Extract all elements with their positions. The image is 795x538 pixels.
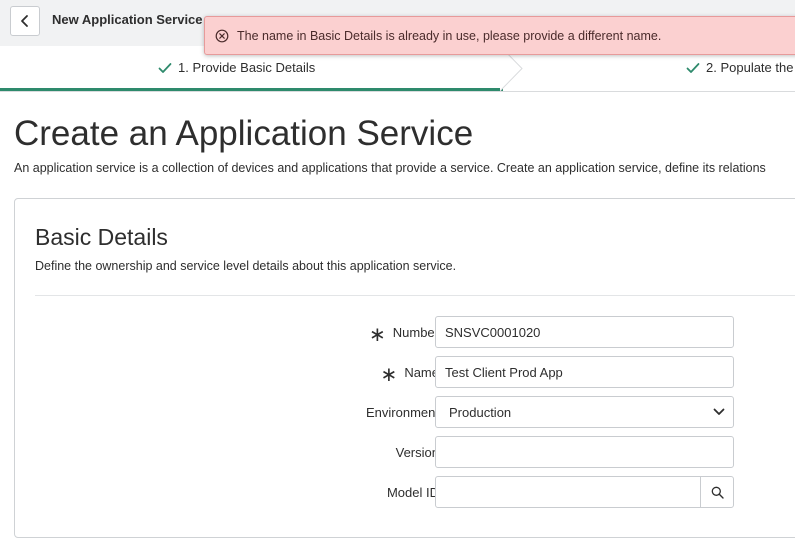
section-title: Basic Details — [35, 224, 168, 250]
error-circle-icon — [215, 29, 229, 43]
number-label: Number — [392, 324, 439, 340]
required-asterisk-icon: ∗ — [368, 324, 386, 346]
version-input[interactable] — [435, 436, 734, 468]
step-2[interactable]: 2. Populate the — [686, 60, 793, 75]
divider — [35, 295, 795, 296]
name-row: ∗ Name Test Client Prod App — [15, 356, 795, 388]
version-row: Version — [15, 436, 795, 468]
checkmark-icon — [158, 62, 172, 74]
search-button[interactable] — [700, 477, 733, 507]
name-label: Name — [404, 364, 439, 380]
step-1-label: 1. Provide Basic Details — [178, 60, 316, 75]
basic-details-card: Basic Details Define the ownership and s… — [14, 198, 795, 538]
search-icon — [711, 486, 724, 499]
environment-row: Environment Production — [15, 396, 795, 428]
page-description: An application service is a collection o… — [14, 161, 766, 175]
toast-message: The name in Basic Details is already in … — [237, 28, 662, 43]
name-input[interactable]: Test Client Prod App — [435, 356, 734, 388]
header-title: New Application Service — [52, 12, 203, 27]
environment-label: Environment — [366, 404, 439, 420]
number-row: ∗ Number SNSVC0001020 — [15, 316, 795, 348]
checkmark-icon — [686, 62, 700, 74]
page-title: Create an Application Service — [14, 114, 474, 153]
error-toast: The name in Basic Details is already in … — [204, 16, 795, 55]
model-id-field — [435, 476, 734, 508]
required-asterisk-icon: ∗ — [380, 364, 398, 386]
chevron-down-icon — [713, 408, 725, 415]
chevron-left-icon — [21, 15, 28, 27]
back-button[interactable] — [10, 6, 40, 36]
section-description: Define the ownership and service level d… — [35, 259, 457, 273]
environment-value: Production — [449, 404, 512, 420]
version-label: Version — [395, 444, 439, 460]
number-input[interactable]: SNSVC0001020 — [435, 316, 734, 348]
environment-select[interactable]: Production — [435, 396, 734, 428]
step-2-label: 2. Populate the — [706, 60, 794, 75]
model-id-row: Model ID — [15, 476, 795, 508]
model-id-label: Model ID — [386, 484, 439, 500]
